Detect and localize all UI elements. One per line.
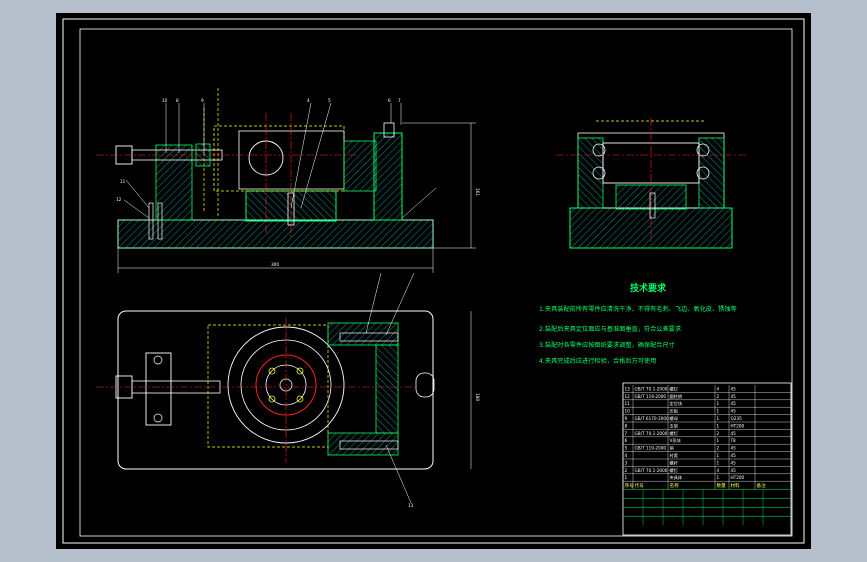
bom-cell: 45 <box>731 386 737 391</box>
balloon-number: 7 <box>398 98 401 103</box>
tech-req-line: 4.夹具完成后应进行检验，合格后方可使用 <box>539 357 656 365</box>
bom-header-cell: 序号 <box>625 482 635 489</box>
tech-req-title: 技术要求 <box>630 282 667 294</box>
bom-cell: 螺母 <box>670 415 678 422</box>
bom-cell: 9 <box>625 416 628 421</box>
dim-overall-length: 300 <box>271 262 279 267</box>
balloon-number: 12 <box>116 197 122 202</box>
bom-cell: GB/T 119-2000 <box>635 394 667 399</box>
bom-cell: 7 <box>625 431 628 436</box>
bom-header-cell: 数量 <box>717 482 727 489</box>
bom-cell: 衬套 <box>670 452 679 459</box>
bom-cell: 2 <box>625 468 628 473</box>
balloon-number: 11 <box>120 179 126 184</box>
bom-cell: 圆柱销 <box>670 393 683 400</box>
bom-cell: 1 <box>717 438 720 443</box>
bom-cell: 销 <box>670 445 674 452</box>
bom-cell: 1 <box>717 416 720 421</box>
tech-req-line: 2.装配后夹具定位面应与基准面垂直，符合公差要求 <box>539 325 681 333</box>
bom-cell: 4 <box>625 453 628 458</box>
bom-header-cell: 材料 <box>731 482 741 489</box>
bom-cell: 6 <box>625 438 628 443</box>
bom-cell: Q235 <box>731 416 743 421</box>
balloon-number: 13 <box>408 503 414 508</box>
bom-cell: 45 <box>731 468 737 473</box>
bom-cell: 螺钉 <box>670 385 679 392</box>
bom-cell: 1 <box>717 475 720 480</box>
bom-cell: 螺杆 <box>670 459 679 466</box>
bom-cell: 45 <box>731 446 737 451</box>
balloon-number: 4 <box>307 98 310 103</box>
bom-cell: 12 <box>625 394 631 399</box>
bom-cell: GB/T 70.1-2000 <box>635 386 668 391</box>
bom-cell: 1 <box>717 401 720 406</box>
bom-cell: HT200 <box>731 423 745 428</box>
bom-cell: V形块 <box>670 437 682 444</box>
bom-cell: GB/T 119-2000 <box>635 446 667 451</box>
bom-header-cell: 名称 <box>670 482 680 489</box>
bom-cell: 2 <box>717 446 720 451</box>
title-block: 13 GB/T 70.1-2000 螺钉 4 4512 GB/T 119-2000 圆柱销 2… <box>622 382 792 536</box>
balloon-number: 10 <box>162 98 168 103</box>
balloon-number: 5 <box>328 98 331 103</box>
tech-req-line: 3.装配时各零件应按图纸要求调整，确保配合尺寸 <box>539 341 675 349</box>
bom-cell: 定位块 <box>670 400 683 407</box>
technical-requirements: 技术要求 1.夹具装配前所有零件应清洗干净，不得有毛刺、飞边、氧化皮、锈蚀等 2… <box>539 282 737 365</box>
bom-cell: 压板 <box>670 408 679 415</box>
bom-cell: 1 <box>717 423 720 428</box>
bom-cell: HT200 <box>731 475 745 480</box>
bom-cell: 45 <box>731 431 737 436</box>
bom-cell: 1 <box>717 409 720 414</box>
bom-header-cell: 备注 <box>757 482 767 489</box>
plan-view: 180 <box>96 272 480 504</box>
dim-overall-height: 161 <box>475 188 480 196</box>
bom-cell: 4 <box>717 468 720 473</box>
bom-cell: 5 <box>625 446 628 451</box>
bom-cell: 4 <box>717 386 720 391</box>
bom-cell: 螺钉 <box>670 467 679 474</box>
bom-header-cell: 代号 <box>635 482 645 489</box>
bom-cell: T8 <box>730 438 737 443</box>
cad-viewport[interactable]: 300 161 180 10 8 9 4 5 6 7 11 12 13 技术要求… <box>56 13 811 549</box>
bom-cell: 13 <box>625 386 631 391</box>
bom-cell: 2 <box>717 431 720 436</box>
bom-cell: 8 <box>625 423 628 428</box>
bom-cell: 1 <box>717 453 720 458</box>
bom-cell: 45 <box>731 460 737 465</box>
side-view <box>556 118 746 249</box>
bom-cell: 3 <box>625 460 628 465</box>
cad-drawing: 300 161 180 10 8 9 4 5 6 7 11 12 13 技术要求… <box>62 18 805 544</box>
tech-req-line: 1.夹具装配前所有零件应清洗干净，不得有毛刺、飞边、氧化皮、锈蚀等 <box>539 305 737 313</box>
bom-cell: GB/T 6170-2000 <box>635 416 670 421</box>
bom-cell: 45 <box>731 409 737 414</box>
balloon-number: 8 <box>176 98 179 103</box>
drawing-outer-border <box>62 18 805 544</box>
bom-cell: 45 <box>731 401 737 406</box>
bom-cell: 夹具体 <box>670 474 683 481</box>
bom-cell: 45 <box>731 453 737 458</box>
balloon-number: 6 <box>388 98 391 103</box>
bom-cell: 螺钉 <box>670 430 679 437</box>
balloon-number: 9 <box>201 98 204 103</box>
bom-cell: GB/T 70.1-2000 <box>635 468 668 473</box>
drawing-inner-border <box>79 28 793 537</box>
bom-cell: GB/T 70.1-2000 <box>635 431 668 436</box>
bom-cell: 10 <box>625 409 631 414</box>
front-view: 300 161 <box>96 88 480 273</box>
bom-cell: 11 <box>625 401 631 406</box>
bom-cell: 1 <box>625 475 628 480</box>
dim-plan-width: 180 <box>475 393 480 401</box>
bom-cell: 1 <box>717 460 720 465</box>
bom-cell: 45 <box>731 394 737 399</box>
bom-cell: 2 <box>717 394 720 399</box>
bom-cell: 支架 <box>670 422 678 429</box>
